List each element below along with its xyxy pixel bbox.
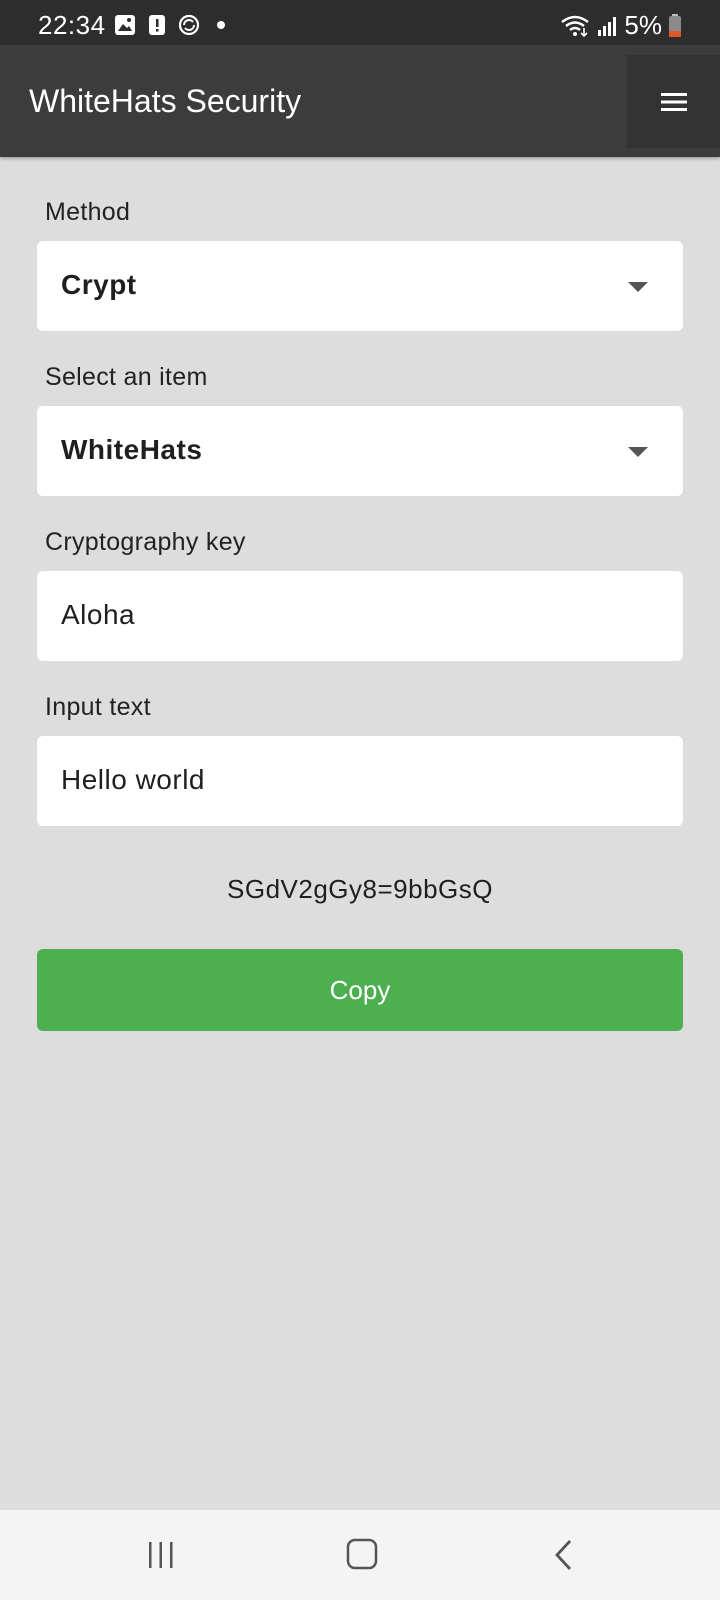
signal-icon <box>598 16 617 36</box>
recent-apps-icon[interactable] <box>146 1540 176 1570</box>
key-label: Cryptography key <box>45 528 246 556</box>
status-system-icons: 5% <box>560 10 682 41</box>
copy-button[interactable]: Copy <box>37 949 683 1031</box>
item-dropdown[interactable]: WhiteHats <box>37 406 683 496</box>
wifi-icon <box>561 15 590 37</box>
chevron-down-icon <box>628 447 648 457</box>
image-icon <box>115 15 135 35</box>
key-field[interactable]: Aloha <box>37 571 683 661</box>
method-dropdown[interactable]: Crypt <box>37 241 683 331</box>
result-text: SGdV2gGy8=9bbGsQ <box>227 874 493 904</box>
app-title: WhiteHats Security <box>29 83 302 119</box>
back-icon[interactable] <box>552 1538 576 1572</box>
battery-percent: 5% <box>624 10 662 40</box>
item-value: WhiteHats <box>61 434 203 465</box>
method-value: Crypt <box>61 269 137 300</box>
input-label: Input text <box>45 693 151 721</box>
input-value: Hello world <box>61 764 205 795</box>
status-time: 22:34 <box>38 10 106 40</box>
status-notification-icons <box>114 14 232 36</box>
chevron-down-icon <box>628 282 648 292</box>
alert-icon <box>149 15 165 35</box>
battery-icon <box>669 13 681 37</box>
app-bar: WhiteHats Security <box>0 45 720 157</box>
status-bar: 22:34 5% <box>0 0 720 45</box>
hamburger-menu-icon <box>660 92 687 111</box>
navigation-bar <box>0 1510 720 1600</box>
menu-button[interactable] <box>627 55 720 148</box>
sync-icon <box>178 14 200 36</box>
home-icon[interactable] <box>346 1538 378 1570</box>
input-text-field[interactable]: Hello world <box>37 736 683 826</box>
dot-icon <box>217 21 225 29</box>
key-value: Aloha <box>61 599 136 630</box>
item-label: Select an item <box>45 363 208 391</box>
method-label: Method <box>45 198 131 226</box>
